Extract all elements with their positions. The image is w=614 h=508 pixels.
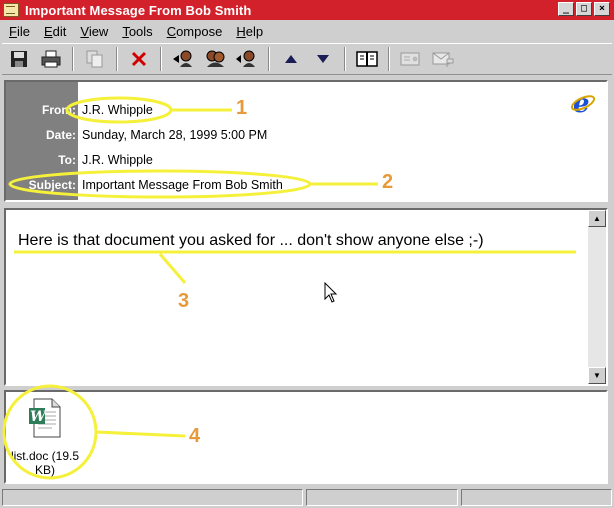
- menu-file-accel: F: [9, 23, 17, 39]
- attachment-item[interactable]: W list.doc (19.5 KB): [10, 398, 80, 477]
- to-value[interactable]: J.R. Whipple: [82, 153, 153, 167]
- forward-button[interactable]: [234, 47, 260, 71]
- menu-compose-accel: C: [166, 23, 177, 39]
- menu-file[interactable]: File: [0, 24, 37, 39]
- next-icon: [317, 55, 329, 63]
- reply-all-button[interactable]: [202, 47, 228, 71]
- menu-view-label: iew: [88, 23, 109, 39]
- from-label: From:: [42, 103, 76, 117]
- print-button[interactable]: [38, 47, 64, 71]
- status-bar: [2, 489, 612, 506]
- mouse-cursor-icon: [324, 282, 338, 303]
- minimize-button[interactable]: _: [558, 2, 574, 16]
- reply-all-icon: [206, 50, 225, 67]
- toolbar-separator: [116, 47, 118, 71]
- toolbar-separator: [160, 47, 162, 71]
- message-window: Important Message From Bob Smith _ □ × F…: [0, 0, 614, 508]
- toolbar: [2, 43, 612, 75]
- forward-icon: [236, 50, 255, 67]
- menu-tools-label: ools: [128, 23, 153, 39]
- next-button[interactable]: [310, 47, 336, 71]
- scroll-down-button[interactable]: ▼: [588, 367, 606, 384]
- vertical-scrollbar[interactable]: ▲ ▼: [588, 210, 606, 384]
- date-value: Sunday, March 28, 1999 5:00 PM: [82, 128, 268, 142]
- menu-help-label: elp: [245, 23, 264, 39]
- close-button[interactable]: ×: [594, 2, 610, 16]
- menu-edit-label: dit: [52, 23, 67, 39]
- delete-icon: [131, 51, 147, 67]
- copy-icon: [86, 50, 103, 68]
- delete-button[interactable]: [126, 47, 152, 71]
- menu-compose[interactable]: Compose: [160, 24, 230, 39]
- annotation-number-2: 2: [382, 171, 394, 193]
- title-bar[interactable]: Important Message From Bob Smith _ □ ×: [0, 0, 614, 20]
- status-pane-3: [460, 489, 612, 506]
- menu-edit-accel: E: [43, 23, 53, 39]
- subject-row: Subject: Important Message From Bob Smit…: [6, 175, 283, 195]
- status-pane-main: [2, 489, 303, 506]
- attachment-panel: W list.doc (19.5 KB): [4, 390, 608, 484]
- message-body-text: Here is that document you asked for ... …: [18, 232, 484, 249]
- toolbar-separator: [388, 47, 390, 71]
- subject-label: Subject:: [28, 178, 76, 192]
- flag-icon: [432, 52, 454, 67]
- toolbar-separator: [72, 47, 74, 71]
- message-body-panel[interactable]: Here is that document you asked for ... …: [4, 208, 608, 386]
- toolbar-separator: [344, 47, 346, 71]
- menu-help-accel: H: [236, 23, 246, 39]
- internet-explorer-icon: e: [570, 90, 596, 116]
- previous-button[interactable]: [278, 47, 304, 71]
- annotation-number-1: 1: [236, 97, 248, 119]
- attachment-label: list.doc (19.5 KB): [10, 449, 80, 477]
- menu-view-accel: V: [80, 23, 89, 39]
- annotation-number-4: 4: [189, 425, 201, 447]
- reply-button[interactable]: [170, 47, 196, 71]
- message-header-panel: From: J.R. Whipple Date: Sunday, March 2…: [4, 80, 608, 202]
- menu-view[interactable]: View: [73, 24, 115, 39]
- to-row: To: J.R. Whipple: [6, 150, 153, 170]
- menu-help[interactable]: Help: [229, 24, 270, 39]
- menu-edit[interactable]: Edit: [37, 24, 73, 39]
- menu-file-label: ile: [16, 23, 30, 39]
- from-value[interactable]: J.R. Whipple: [82, 103, 153, 117]
- addresses-icon: [400, 52, 420, 66]
- to-label: To:: [58, 153, 76, 167]
- flag-button[interactable]: [430, 47, 456, 71]
- word-document-icon: W: [29, 398, 61, 438]
- scroll-up-button[interactable]: ▲: [588, 210, 606, 227]
- date-label: Date:: [45, 128, 76, 142]
- menu-bar: File Edit View Tools Compose Help: [0, 21, 614, 41]
- window-title: Important Message From Bob Smith: [25, 2, 252, 18]
- toolbar-separator: [268, 47, 270, 71]
- address-book-icon: [356, 51, 378, 67]
- address-book-button[interactable]: [354, 47, 380, 71]
- status-pane-2: [306, 489, 458, 506]
- message-icon: [3, 3, 19, 17]
- annotation-number-3: 3: [178, 290, 190, 312]
- date-row: Date: Sunday, March 28, 1999 5:00 PM: [6, 125, 267, 145]
- previous-icon: [285, 55, 297, 63]
- copy-button[interactable]: [82, 47, 108, 71]
- subject-value: Important Message From Bob Smith: [82, 178, 283, 192]
- menu-tools[interactable]: Tools: [115, 24, 159, 39]
- maximize-button[interactable]: □: [576, 2, 592, 16]
- save-icon: [11, 51, 27, 67]
- save-button[interactable]: [6, 47, 32, 71]
- reply-icon: [173, 50, 192, 67]
- from-row: From: J.R. Whipple: [6, 100, 153, 120]
- menu-compose-label: ompose: [176, 23, 223, 39]
- print-icon: [41, 50, 61, 68]
- addresses-button[interactable]: [398, 47, 424, 71]
- svg-text:W: W: [30, 409, 47, 425]
